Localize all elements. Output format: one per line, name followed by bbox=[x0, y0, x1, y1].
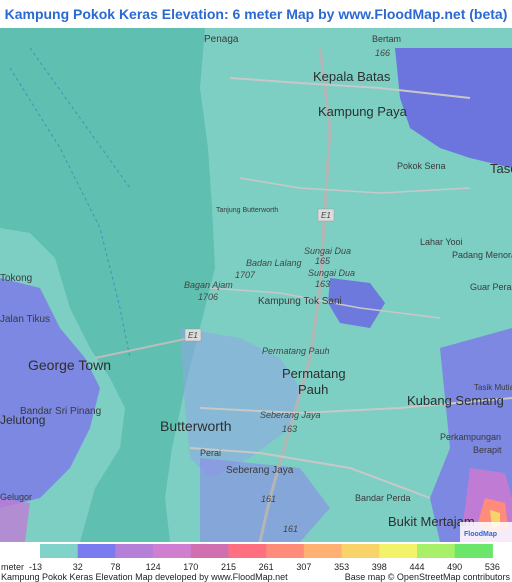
route-label: 165 bbox=[315, 256, 331, 266]
place-label: Badan Lalang bbox=[246, 258, 302, 268]
place-label: Tasek bbox=[490, 161, 512, 176]
route-label: 1706 bbox=[198, 292, 218, 302]
legend-swatch bbox=[454, 544, 493, 558]
place-label: Lahar Yooi bbox=[420, 237, 463, 247]
legend-tick-label: 32 bbox=[73, 562, 83, 572]
place-label: Tokong bbox=[0, 273, 32, 284]
route-label: 163 bbox=[282, 424, 297, 434]
place-label: Bandar Perda bbox=[355, 493, 411, 503]
place-label: Berapit bbox=[473, 445, 502, 455]
legend-tick-label: 78 bbox=[110, 562, 120, 572]
route-label: Sungai Dua bbox=[308, 268, 355, 278]
route-label: E1 bbox=[188, 331, 198, 340]
legend-swatch bbox=[303, 544, 343, 558]
legend-tick-label: 444 bbox=[409, 562, 424, 572]
floodmap-badge-text: FloodMap bbox=[464, 531, 497, 538]
place-label: Pokok Sena bbox=[397, 161, 446, 171]
legend-swatch bbox=[40, 544, 79, 558]
place-label: Perai bbox=[200, 448, 221, 458]
legend-tick-label: 170 bbox=[183, 562, 198, 572]
place-label: Padang Menora bbox=[452, 250, 512, 260]
footer-credit-left: Kampung Pokok Keras Elevation Map develo… bbox=[1, 572, 288, 582]
legend-swatch bbox=[190, 544, 229, 558]
legend-swatch bbox=[228, 544, 267, 558]
route-label: 166 bbox=[375, 48, 390, 58]
place-label: Kubang Semang bbox=[407, 393, 504, 408]
route-label: E1 bbox=[321, 211, 331, 220]
legend-swatch bbox=[115, 544, 154, 558]
map-canvas[interactable]: Penaga Bertam Kepala Batas Kampung Paya … bbox=[0, 28, 512, 542]
place-label: Penaga bbox=[204, 34, 239, 45]
place-label: Perkampungan bbox=[440, 432, 501, 442]
place-label: Bagan Ajam bbox=[184, 280, 233, 290]
place-label: Butterworth bbox=[160, 418, 232, 434]
legend-tick-label: -13 bbox=[29, 562, 42, 572]
footer-credit-right: Base map © OpenStreetMap contributors bbox=[345, 572, 511, 582]
legend-ticks: -13 32 78 124 170 215 261 307 353 398 444 490 536 bbox=[29, 562, 500, 572]
route-label: 1707 bbox=[235, 270, 256, 280]
place-label: Seberang Jaya bbox=[226, 465, 294, 476]
legend-tick-label: 353 bbox=[334, 562, 349, 572]
route-label: 161 bbox=[261, 494, 276, 504]
route-label: 161 bbox=[283, 524, 298, 534]
place-label: Pauh bbox=[298, 382, 328, 397]
legend-tick-label: 398 bbox=[372, 562, 387, 572]
legend-tick-label: 215 bbox=[221, 562, 236, 572]
legend-swatch bbox=[379, 544, 418, 558]
place-label: Guar Perahu bbox=[470, 282, 512, 292]
legend-swatch bbox=[417, 544, 456, 558]
map-title: Kampung Pokok Keras Elevation: 6 meter M… bbox=[4, 6, 508, 22]
place-label: Permatang Pauh bbox=[262, 346, 330, 356]
legend-tick-label: 124 bbox=[146, 562, 161, 572]
place-label: Bertam bbox=[372, 34, 401, 44]
place-label: Kampung Paya bbox=[318, 104, 408, 119]
place-label: Gelugor bbox=[0, 492, 32, 502]
legend-swatch bbox=[266, 544, 305, 558]
place-label: George Town bbox=[28, 357, 111, 373]
place-label: Tanjung Butterworth bbox=[216, 207, 278, 214]
place-label: Tasik Mutiara bbox=[474, 383, 512, 392]
legend-swatch bbox=[77, 544, 116, 558]
place-label: Jelutong bbox=[0, 413, 45, 427]
legend-swatch bbox=[153, 544, 192, 558]
place-label: Kepala Batas bbox=[313, 69, 391, 84]
legend-tick-label: 490 bbox=[447, 562, 462, 572]
legend-unit-label: meter bbox=[1, 562, 24, 572]
legend-swatch bbox=[341, 544, 380, 558]
route-label: 163 bbox=[315, 279, 330, 289]
place-label: Permatang bbox=[282, 366, 346, 381]
elevation-map[interactable]: Penaga Bertam Kepala Batas Kampung Paya … bbox=[0, 28, 512, 542]
route-label: Seberang Jaya bbox=[260, 410, 321, 420]
route-label: Sungai Dua bbox=[304, 246, 351, 256]
legend-swatches bbox=[40, 544, 493, 558]
legend-tick-label: 261 bbox=[259, 562, 274, 572]
legend-tick-label: 536 bbox=[485, 562, 500, 572]
elevation-legend: meter -13 32 78 124 170 215 261 307 353 398 444 490… bbox=[0, 542, 512, 582]
legend-tick-label: 307 bbox=[296, 562, 311, 572]
place-label: Kampung Tok Sani bbox=[258, 296, 342, 307]
place-label: Jalan Tikus bbox=[0, 314, 50, 325]
